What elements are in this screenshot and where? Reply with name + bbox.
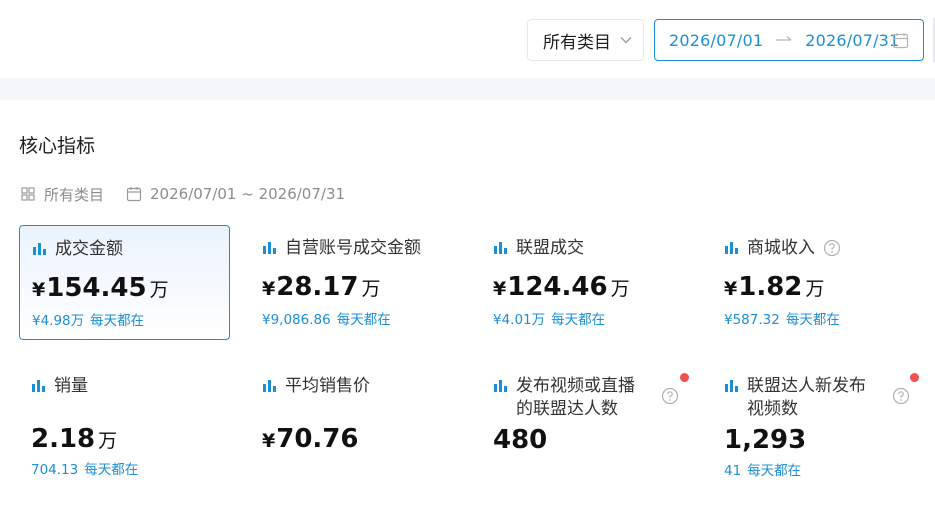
metric-name: 联盟达人新发布 视频数 bbox=[747, 376, 866, 419]
metric-name: 发布视频或直播 的联盟达人数 bbox=[516, 376, 635, 419]
metric-card-active-affiliates[interactable]: 发布视频或直播 的联盟达人数 480 bbox=[481, 363, 692, 478]
date-start[interactable]: 2026/07/01 bbox=[669, 31, 763, 50]
chevron-down-icon bbox=[620, 37, 632, 44]
filter-summary: 所有类目 2026/07/01 ~ 2026/07/31 bbox=[20, 183, 345, 205]
metric-card-avg-price[interactable]: 平均销售价 ¥70.76 bbox=[250, 363, 461, 478]
help-icon[interactable] bbox=[823, 239, 841, 257]
metric-card-self-gmv[interactable]: 自营账号成交金额 ¥28.17 万 ¥9,086.86 每天都在 bbox=[250, 225, 461, 340]
metric-value: ¥154.45 万 bbox=[32, 273, 169, 303]
filter-date: 2026/07/01 ~ 2026/07/31 bbox=[150, 185, 346, 203]
metric-value: ¥1.82 万 bbox=[724, 272, 825, 302]
category-select-label: 所有类目 bbox=[543, 32, 611, 53]
grid-icon bbox=[21, 187, 35, 201]
bar-chart-icon bbox=[263, 380, 276, 392]
metric-daily: ¥4.98万 每天都在 bbox=[32, 313, 145, 329]
metric-card-new-videos[interactable]: 联盟达人新发布 视频数 1,293 41 每天都在 bbox=[712, 363, 923, 479]
metric-name: 商城收入 bbox=[747, 238, 815, 258]
metric-daily: ¥9,086.86 每天都在 bbox=[262, 312, 391, 328]
section-gap bbox=[0, 78, 935, 100]
help-icon[interactable] bbox=[892, 387, 910, 405]
new-indicator-dot bbox=[910, 373, 919, 382]
section-title: 核心指标 bbox=[19, 135, 96, 157]
top-toolbar: 所有类目 2026/07/01 2026/07/31 bbox=[0, 0, 935, 78]
category-select[interactable]: 所有类目 bbox=[527, 19, 644, 61]
metric-daily: 704.13 每天都在 bbox=[31, 462, 139, 478]
metric-card-affiliate-gmv[interactable]: 联盟成交 ¥124.46 万 ¥4.01万 每天都在 bbox=[481, 225, 692, 340]
metric-value: 480 bbox=[493, 425, 548, 455]
metric-value: ¥70.76 bbox=[262, 424, 359, 454]
calendar-icon bbox=[892, 33, 909, 49]
metric-value: 2.18 万 bbox=[31, 424, 118, 454]
metric-name: 联盟成交 bbox=[516, 238, 584, 258]
metric-name: 销量 bbox=[54, 376, 88, 396]
filter-category: 所有类目 bbox=[44, 185, 105, 204]
help-icon[interactable] bbox=[661, 387, 679, 405]
metric-daily: 41 每天都在 bbox=[724, 463, 802, 479]
date-end[interactable]: 2026/07/31 bbox=[805, 31, 899, 50]
metric-name: 成交金额 bbox=[55, 239, 123, 259]
bar-chart-icon bbox=[494, 380, 507, 392]
bar-chart-icon bbox=[263, 242, 276, 254]
bar-chart-icon bbox=[725, 242, 738, 254]
metric-name: 平均销售价 bbox=[285, 376, 370, 396]
arrow-right-icon bbox=[776, 36, 792, 41]
metric-value: ¥28.17 万 bbox=[262, 272, 381, 302]
metric-daily: ¥4.01万 每天都在 bbox=[493, 312, 606, 328]
bar-chart-icon bbox=[32, 380, 45, 392]
metric-card-sales-volume[interactable]: 销量 2.18 万 704.13 每天都在 bbox=[19, 363, 230, 478]
calendar-icon bbox=[126, 187, 142, 202]
bar-chart-icon bbox=[494, 242, 507, 254]
metric-daily: ¥587.32 每天都在 bbox=[724, 312, 840, 328]
new-indicator-dot bbox=[680, 373, 689, 382]
metric-name: 自营账号成交金额 bbox=[285, 238, 421, 258]
metric-value: ¥124.46 万 bbox=[493, 272, 630, 302]
bar-chart-icon bbox=[725, 380, 738, 392]
bar-chart-icon bbox=[33, 243, 46, 255]
metric-card-gmv[interactable]: 成交金额 ¥154.45 万 ¥4.98万 每天都在 bbox=[19, 225, 230, 340]
metric-value: 1,293 bbox=[724, 425, 807, 455]
metric-card-mall-income[interactable]: 商城收入 ¥1.82 万 ¥587.32 每天都在 bbox=[712, 225, 923, 340]
date-range-picker[interactable]: 2026/07/01 2026/07/31 bbox=[654, 19, 924, 61]
